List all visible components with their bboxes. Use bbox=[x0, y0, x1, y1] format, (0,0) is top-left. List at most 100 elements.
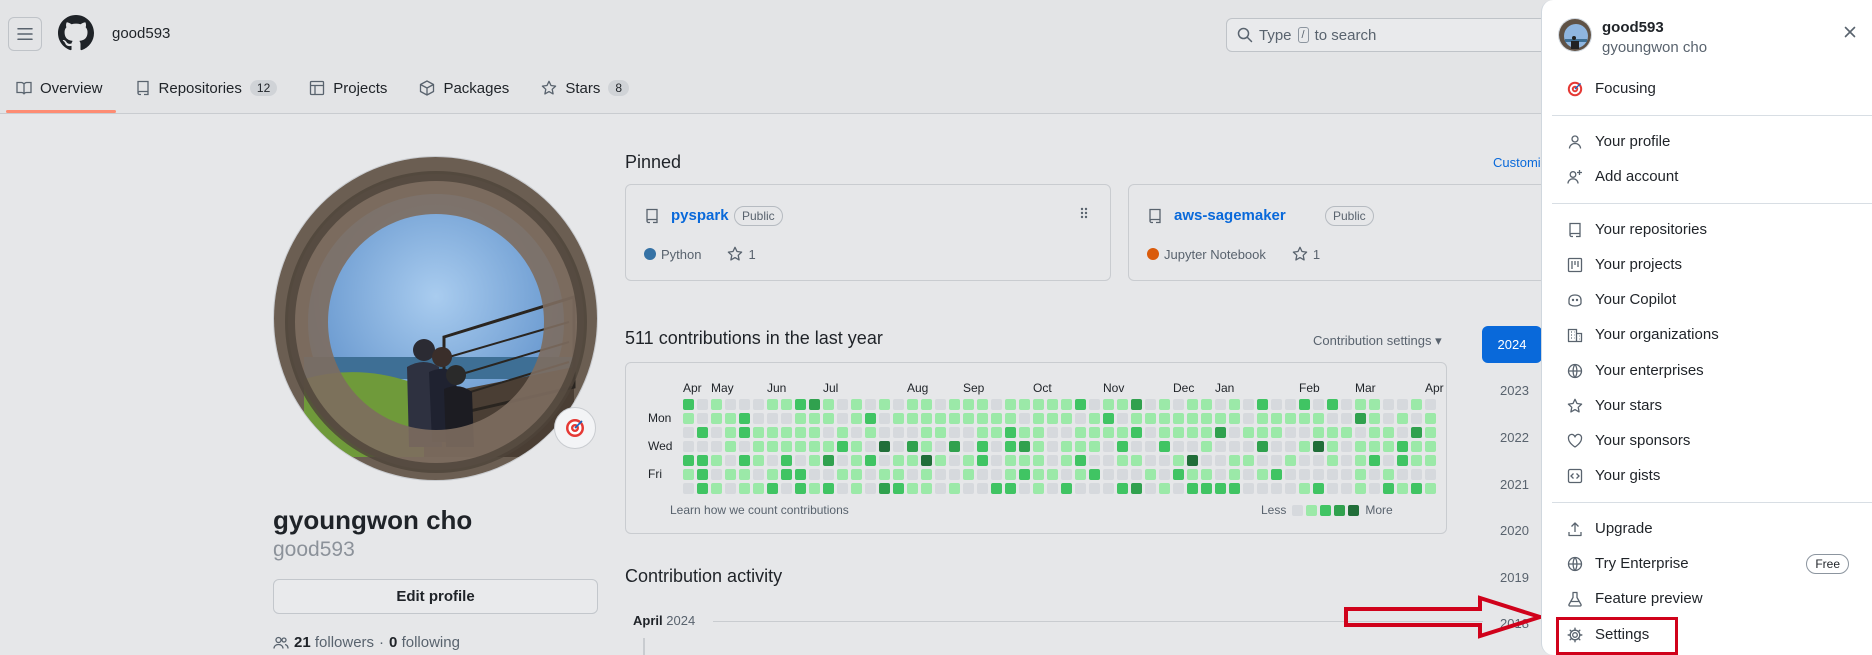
contribution-day-cell[interactable] bbox=[1047, 441, 1058, 452]
contribution-day-cell[interactable] bbox=[725, 413, 736, 424]
contribution-day-cell[interactable] bbox=[1313, 441, 1324, 452]
contribution-day-cell[interactable] bbox=[725, 455, 736, 466]
year-button[interactable]: 2022 bbox=[1500, 430, 1529, 445]
profile-avatar[interactable] bbox=[273, 156, 598, 481]
contribution-day-cell[interactable] bbox=[879, 441, 890, 452]
contribution-day-cell[interactable] bbox=[1285, 427, 1296, 438]
contribution-day-cell[interactable] bbox=[1173, 469, 1184, 480]
repo-stars[interactable]: 1 bbox=[748, 247, 755, 262]
contribution-day-cell[interactable] bbox=[767, 455, 778, 466]
contribution-day-cell[interactable] bbox=[1397, 399, 1408, 410]
contribution-day-cell[interactable] bbox=[1397, 413, 1408, 424]
contribution-day-cell[interactable] bbox=[1425, 413, 1436, 424]
contribution-day-cell[interactable] bbox=[837, 469, 848, 480]
contribution-day-cell[interactable] bbox=[795, 469, 806, 480]
contribution-day-cell[interactable] bbox=[1355, 441, 1366, 452]
contribution-day-cell[interactable] bbox=[991, 441, 1002, 452]
contribution-day-cell[interactable] bbox=[1383, 399, 1394, 410]
contribution-day-cell[interactable] bbox=[837, 413, 848, 424]
contribution-day-cell[interactable] bbox=[1033, 413, 1044, 424]
contribution-day-cell[interactable] bbox=[767, 469, 778, 480]
contribution-day-cell[interactable] bbox=[879, 469, 890, 480]
status-button[interactable] bbox=[554, 407, 596, 449]
contribution-day-cell[interactable] bbox=[1285, 413, 1296, 424]
year-button[interactable]: 2023 bbox=[1500, 383, 1529, 398]
contribution-day-cell[interactable] bbox=[921, 399, 932, 410]
contribution-day-cell[interactable] bbox=[1047, 427, 1058, 438]
tab-packages[interactable]: Packages bbox=[413, 74, 521, 102]
contribution-day-cell[interactable] bbox=[1341, 399, 1352, 410]
contribution-day-cell[interactable] bbox=[781, 455, 792, 466]
contribution-day-cell[interactable] bbox=[837, 427, 848, 438]
header-username[interactable]: good593 bbox=[112, 25, 170, 42]
contribution-day-cell[interactable] bbox=[697, 455, 708, 466]
contribution-day-cell[interactable] bbox=[739, 483, 750, 494]
contribution-day-cell[interactable] bbox=[1145, 455, 1156, 466]
contribution-day-cell[interactable] bbox=[1383, 413, 1394, 424]
contribution-day-cell[interactable] bbox=[1061, 455, 1072, 466]
contribution-day-cell[interactable] bbox=[1327, 441, 1338, 452]
contribution-day-cell[interactable] bbox=[1313, 483, 1324, 494]
contribution-day-cell[interactable] bbox=[1341, 469, 1352, 480]
contribution-day-cell[interactable] bbox=[1201, 399, 1212, 410]
contribution-day-cell[interactable] bbox=[1131, 427, 1142, 438]
contribution-day-cell[interactable] bbox=[1313, 469, 1324, 480]
contribution-day-cell[interactable] bbox=[1411, 455, 1422, 466]
contribution-settings-dropdown[interactable]: Contribution settings ▾ bbox=[1313, 333, 1442, 349]
contribution-day-cell[interactable] bbox=[1271, 399, 1282, 410]
contribution-day-cell[interactable] bbox=[949, 441, 960, 452]
contribution-day-cell[interactable] bbox=[767, 399, 778, 410]
contribution-day-cell[interactable] bbox=[935, 483, 946, 494]
contribution-day-cell[interactable] bbox=[1103, 441, 1114, 452]
contribution-day-cell[interactable] bbox=[1187, 399, 1198, 410]
contribution-day-cell[interactable] bbox=[1299, 483, 1310, 494]
contribution-day-cell[interactable] bbox=[1201, 483, 1212, 494]
contribution-day-cell[interactable] bbox=[1383, 483, 1394, 494]
contribution-day-cell[interactable] bbox=[767, 483, 778, 494]
contribution-day-cell[interactable] bbox=[935, 455, 946, 466]
contribution-day-cell[interactable] bbox=[837, 399, 848, 410]
contribution-day-cell[interactable] bbox=[1425, 441, 1436, 452]
contribution-day-cell[interactable] bbox=[1061, 441, 1072, 452]
close-icon[interactable] bbox=[1842, 24, 1858, 43]
contribution-day-cell[interactable] bbox=[683, 427, 694, 438]
contribution-day-cell[interactable] bbox=[781, 469, 792, 480]
contribution-day-cell[interactable] bbox=[1215, 413, 1226, 424]
menu-your-copilot[interactable]: Your Copilot bbox=[1567, 291, 1676, 308]
contribution-day-cell[interactable] bbox=[1047, 483, 1058, 494]
contribution-day-cell[interactable] bbox=[865, 413, 876, 424]
contribution-day-cell[interactable] bbox=[921, 427, 932, 438]
year-button[interactable]: 2021 bbox=[1500, 477, 1529, 492]
contribution-day-cell[interactable] bbox=[991, 469, 1002, 480]
tab-overview[interactable]: Overview bbox=[10, 74, 115, 102]
contribution-day-cell[interactable] bbox=[977, 427, 988, 438]
contribution-day-cell[interactable] bbox=[1061, 469, 1072, 480]
contribution-day-cell[interactable] bbox=[1159, 413, 1170, 424]
contribution-day-cell[interactable] bbox=[1299, 427, 1310, 438]
contribution-day-cell[interactable] bbox=[1369, 413, 1380, 424]
contribution-day-cell[interactable] bbox=[1411, 483, 1422, 494]
contribution-day-cell[interactable] bbox=[1229, 413, 1240, 424]
contribution-day-cell[interactable] bbox=[879, 483, 890, 494]
contribution-day-cell[interactable] bbox=[1103, 483, 1114, 494]
contribution-day-cell[interactable] bbox=[1355, 469, 1366, 480]
contribution-day-cell[interactable] bbox=[823, 469, 834, 480]
contribution-day-cell[interactable] bbox=[795, 413, 806, 424]
contribution-day-cell[interactable] bbox=[963, 399, 974, 410]
contribution-day-cell[interactable] bbox=[1257, 427, 1268, 438]
contribution-day-cell[interactable] bbox=[1243, 399, 1254, 410]
contribution-day-cell[interactable] bbox=[1089, 455, 1100, 466]
contribution-day-cell[interactable] bbox=[1075, 455, 1086, 466]
contribution-day-cell[interactable] bbox=[1019, 469, 1030, 480]
contribution-day-cell[interactable] bbox=[1005, 413, 1016, 424]
contribution-day-cell[interactable] bbox=[1299, 413, 1310, 424]
contribution-day-cell[interactable] bbox=[1299, 441, 1310, 452]
contribution-day-cell[interactable] bbox=[1383, 469, 1394, 480]
contribution-day-cell[interactable] bbox=[1187, 483, 1198, 494]
contribution-day-cell[interactable] bbox=[795, 427, 806, 438]
contribution-day-cell[interactable] bbox=[753, 413, 764, 424]
contribution-day-cell[interactable] bbox=[879, 399, 890, 410]
contribution-day-cell[interactable] bbox=[1215, 483, 1226, 494]
contribution-day-cell[interactable] bbox=[683, 469, 694, 480]
contribution-day-cell[interactable] bbox=[711, 455, 722, 466]
